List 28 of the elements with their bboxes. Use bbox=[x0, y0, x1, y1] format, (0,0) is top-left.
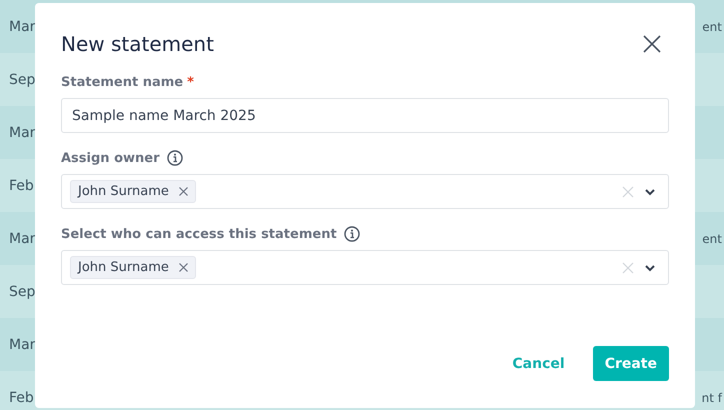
table-cell: Mar bbox=[9, 336, 36, 352]
field-label: Statement name bbox=[61, 74, 184, 90]
remove-icon[interactable] bbox=[178, 263, 188, 272]
field-label: Select who can access this statement bbox=[61, 226, 337, 242]
table-cell: Mar bbox=[9, 124, 36, 140]
tag-label: John Surname bbox=[78, 184, 169, 199]
chevron-down-icon[interactable] bbox=[644, 188, 656, 196]
table-cell-text: ent bbox=[702, 20, 723, 34]
table-cell: Feb bbox=[9, 390, 34, 406]
chevron-down-icon[interactable] bbox=[644, 264, 656, 272]
input-field[interactable]: Sample name March 2025 bbox=[61, 98, 669, 133]
table-cell-text: nt f bbox=[702, 390, 724, 404]
required-mark: * bbox=[187, 74, 194, 90]
close-icon[interactable] bbox=[643, 35, 661, 53]
dialog-title: New statement bbox=[61, 32, 214, 56]
table-cell-text: ent bbox=[702, 232, 723, 246]
select-field[interactable]: John Surname bbox=[61, 250, 669, 285]
table-cell: Feb bbox=[9, 178, 34, 194]
remove-icon[interactable] bbox=[178, 187, 188, 196]
tag-label: John Surname bbox=[78, 260, 169, 275]
table-cell: Sep bbox=[9, 72, 36, 88]
info-icon[interactable] bbox=[166, 150, 183, 166]
info-icon[interactable] bbox=[344, 226, 360, 242]
select-field[interactable]: John Surname bbox=[61, 174, 669, 209]
table-cell: Sep bbox=[9, 284, 36, 300]
field-label: Assign owner bbox=[61, 150, 160, 166]
table-cell: Mar bbox=[9, 18, 36, 34]
table-cell: Mar bbox=[9, 230, 36, 246]
